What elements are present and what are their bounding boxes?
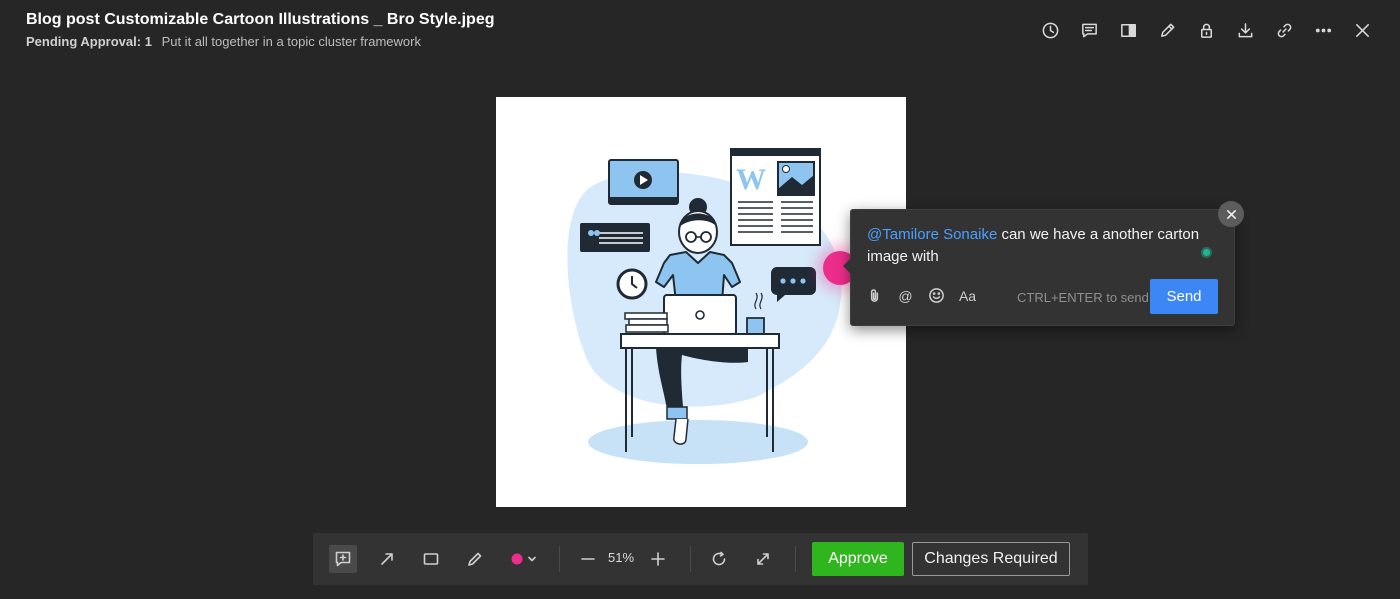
compare-icon	[1120, 23, 1136, 37]
top-toolbar	[1036, 16, 1376, 44]
more-icon	[1315, 28, 1331, 32]
approval-status: Pending Approval: 1 Put it all together …	[26, 34, 421, 49]
close-icon	[1355, 23, 1369, 37]
emoji-icon	[929, 288, 944, 303]
comment-tools: @ Aa	[865, 286, 977, 305]
color-picker[interactable]	[505, 545, 541, 573]
lock-button[interactable]	[1192, 16, 1220, 44]
history-button[interactable]	[1036, 16, 1064, 44]
plus-icon	[651, 552, 665, 566]
link-button[interactable]	[1270, 16, 1298, 44]
add-comment-tool[interactable]	[329, 545, 357, 573]
fullscreen-button[interactable]	[749, 545, 777, 573]
rotate-button[interactable]	[705, 545, 733, 573]
zoom-level: 51%	[608, 550, 635, 565]
comments-button[interactable]	[1075, 16, 1103, 44]
file-title: Blog post Customizable Cartoon Illustrat…	[26, 11, 495, 28]
history-icon	[1042, 22, 1058, 38]
edit-icon	[1160, 23, 1174, 37]
zoom-out-button[interactable]	[574, 545, 602, 573]
bottom-toolbar: 51% Approve Changes Required	[313, 533, 1088, 585]
comments-icon	[1081, 23, 1097, 37]
mention-button[interactable]: @	[896, 286, 915, 305]
close-icon	[1226, 209, 1236, 219]
cartoon-illustration: W	[567, 148, 842, 464]
pending-approval-label: Pending Approval:	[26, 34, 142, 49]
comment-close-button[interactable]	[1218, 201, 1244, 227]
comment-popup: @Tamilore Sonaike can we have a another …	[843, 201, 1244, 326]
link-icon	[1277, 23, 1291, 37]
task-name: Put it all together in a topic cluster f…	[161, 34, 421, 49]
user-mention[interactable]: @Tamilore Sonaike	[867, 226, 997, 243]
image-canvas[interactable]: W	[496, 97, 906, 507]
arrow-tool[interactable]	[373, 545, 401, 573]
pending-approval-count: 1	[144, 34, 152, 49]
comment-popup-arrow	[843, 258, 851, 274]
pencil-icon	[468, 552, 482, 566]
compare-button[interactable]	[1114, 16, 1142, 44]
svg-text:W: W	[736, 163, 766, 196]
rotate-icon	[712, 551, 726, 566]
close-button[interactable]	[1348, 16, 1376, 44]
rectangle-tool[interactable]	[417, 545, 445, 573]
status-indicator-dot	[1201, 247, 1212, 258]
paperclip-icon	[870, 289, 879, 302]
download-button[interactable]	[1231, 16, 1259, 44]
changes-required-button[interactable]: Changes Required	[912, 542, 1070, 576]
toolbar-divider	[559, 546, 560, 572]
edit-button[interactable]	[1153, 16, 1181, 44]
send-button[interactable]: Send	[1150, 279, 1218, 314]
comment-plus-icon	[335, 551, 351, 567]
toolbar-divider	[795, 546, 796, 572]
format-text-button[interactable]: Aa	[958, 286, 977, 305]
zoom-in-button[interactable]	[644, 545, 672, 573]
download-icon	[1238, 22, 1252, 37]
send-shortcut-hint: CTRL+ENTER to send	[1017, 290, 1149, 305]
arrow-icon	[381, 553, 393, 565]
rectangle-icon	[423, 553, 439, 565]
comment-input[interactable]: @Tamilore Sonaike can we have a another …	[867, 224, 1212, 268]
lock-icon	[1200, 23, 1212, 38]
minus-icon	[581, 558, 595, 560]
toolbar-divider	[690, 546, 691, 572]
expand-icon	[757, 553, 769, 565]
color-swatch-icon	[511, 553, 536, 565]
approve-button[interactable]: Approve	[812, 542, 904, 576]
pen-tool[interactable]	[461, 545, 489, 573]
more-button[interactable]	[1309, 16, 1337, 44]
header: Blog post Customizable Cartoon Illustrat…	[0, 0, 1400, 60]
attach-button[interactable]	[865, 286, 884, 305]
emoji-button[interactable]	[927, 286, 946, 305]
